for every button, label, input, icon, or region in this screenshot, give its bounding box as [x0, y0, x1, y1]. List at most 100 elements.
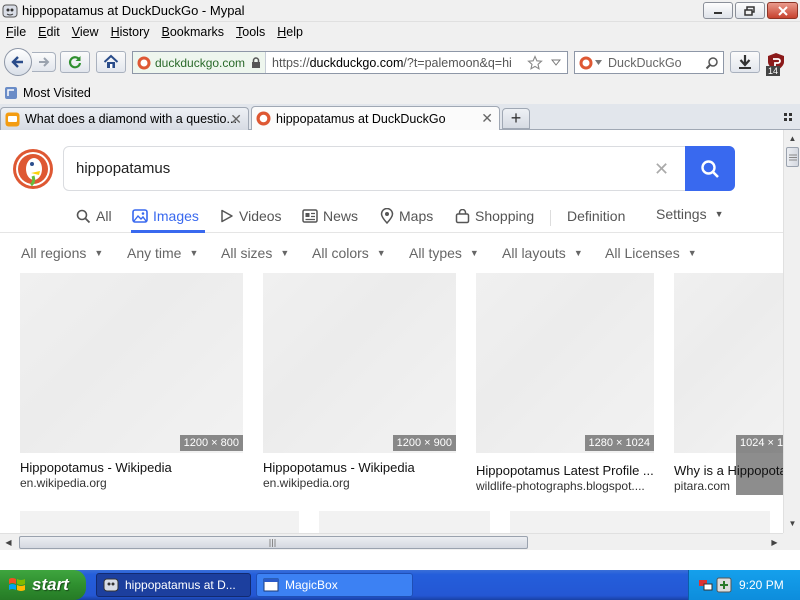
image-source[interactable]: pitara.com	[674, 479, 783, 493]
menu-bookmarks[interactable]: Bookmarks	[156, 25, 231, 39]
filter-layout[interactable]: All layouts ▼	[502, 245, 583, 261]
tray-app-icon[interactable]	[716, 577, 732, 593]
image-source[interactable]: en.wikipedia.org	[263, 476, 456, 490]
tab-close-icon[interactable]: ✕	[230, 111, 242, 128]
image-thumbnail[interactable]	[319, 511, 490, 533]
image-title[interactable]: Hippopotamus - Wikipedia	[263, 460, 456, 475]
filter-region[interactable]: All regions ▼	[21, 245, 103, 261]
filter-label: Any time	[127, 245, 182, 261]
tab-close-icon[interactable]: ✕	[481, 110, 493, 127]
taskbar-item-label: hippopatamus at D...	[125, 578, 236, 592]
search-go-icon[interactable]	[705, 56, 719, 70]
search-submit-button[interactable]	[685, 146, 735, 191]
tab-videos[interactable]: Videos	[220, 208, 282, 224]
filter-size[interactable]: All sizes ▼	[221, 245, 289, 261]
back-button[interactable]	[4, 48, 32, 76]
menu-accelerator: H	[277, 25, 287, 39]
bookmark-folder-icon	[5, 87, 17, 99]
bookmark-star-icon[interactable]	[527, 55, 543, 71]
menu-label-rest: dit	[46, 25, 60, 39]
tab-images[interactable]: Images	[132, 208, 199, 224]
image-dimensions: 1280 × 1024	[584, 435, 654, 451]
image-thumbnail[interactable]	[674, 273, 783, 453]
vertical-scroll-thumb[interactable]	[786, 147, 799, 167]
url-dropdown-icon[interactable]	[551, 59, 561, 67]
image-source[interactable]: en.wikipedia.org	[20, 476, 243, 490]
menu-help[interactable]: Help	[271, 25, 309, 39]
filter-time[interactable]: Any time ▼	[127, 245, 198, 261]
menu-history[interactable]: History	[105, 25, 156, 39]
tab-list-icon[interactable]	[784, 112, 794, 122]
mypal-app-icon	[2, 4, 18, 17]
image-result[interactable]: 1200 × 900 Hippopotamus - Wikipedia en.w…	[263, 273, 456, 493]
network-icon[interactable]	[698, 577, 714, 593]
minimize-button[interactable]	[703, 2, 733, 19]
maximize-button[interactable]	[735, 2, 765, 19]
image-source[interactable]: wildlife-photographs.blogspot....	[476, 479, 654, 493]
tab-all[interactable]: All	[76, 208, 112, 224]
search-bar[interactable]: DuckDuckGo	[574, 51, 724, 74]
image-title[interactable]: Hippopotamus - Wikipedia	[20, 460, 243, 475]
filter-type[interactable]: All types ▼	[409, 245, 479, 261]
scroll-up-icon[interactable]: ▲	[785, 131, 800, 146]
settings-label: Settings	[656, 206, 707, 222]
taskbar-item-magicbox[interactable]: MagicBox	[256, 573, 413, 597]
image-thumbnail[interactable]	[263, 273, 456, 453]
tab-hippopatamus[interactable]: hippopatamus at DuckDuckGo ✕	[251, 106, 500, 130]
reload-button[interactable]	[60, 51, 90, 73]
tab-images-label: Images	[153, 208, 199, 224]
taskbar-item-browser[interactable]: hippopatamus at D...	[96, 573, 251, 597]
clear-search-icon[interactable]: ✕	[654, 159, 669, 180]
horizontal-scroll-thumb[interactable]	[19, 536, 528, 549]
chat-bubble-favicon-icon	[5, 112, 20, 126]
downloads-button[interactable]	[730, 51, 760, 73]
forward-arrow-icon	[38, 57, 49, 67]
tab-maps[interactable]: Maps	[380, 208, 433, 224]
tab-news[interactable]: News	[302, 208, 358, 224]
start-button[interactable]: start	[0, 570, 86, 600]
image-result[interactable]: 1024 × 1 Why is a Hippopotamus pitara.co…	[674, 273, 783, 495]
scroll-left-icon[interactable]: ◀	[1, 535, 16, 550]
menu-tools[interactable]: Tools	[230, 25, 271, 39]
tab-shopping[interactable]: Shopping	[455, 208, 534, 224]
url-text[interactable]: https://duckduckgo.com/?t=palemoon&q=hi	[272, 56, 512, 70]
forward-button[interactable]	[32, 52, 56, 72]
image-result[interactable]: 1280 × 1024 Hippopotamus Latest Profile …	[476, 273, 654, 495]
home-button[interactable]	[96, 51, 126, 73]
most-visited-bookmark[interactable]: Most Visited	[4, 86, 91, 100]
new-tab-button[interactable]: +	[502, 108, 530, 129]
horizontal-scrollbar[interactable]: ◀ ▶	[0, 533, 783, 550]
ublock-addon-button[interactable]: 14	[766, 52, 790, 76]
engine-dropdown-icon[interactable]	[595, 60, 602, 65]
vertical-scrollbar[interactable]: ▲ ▼	[783, 130, 800, 533]
search-query-input[interactable]: hippopatamus	[76, 160, 170, 177]
tab-definition[interactable]: Definition	[567, 208, 625, 224]
image-result[interactable]: 1200 × 800 Hippopotamus - Wikipedia en.w…	[20, 273, 243, 493]
search-engine-icon[interactable]	[579, 56, 593, 70]
menu-label-rest: ookmarks	[169, 25, 225, 39]
image-title[interactable]: Hippopotamus Latest Profile ...	[476, 463, 654, 478]
menu-file[interactable]: File	[0, 25, 32, 39]
mypal-app-icon	[103, 578, 119, 592]
scroll-right-icon[interactable]: ▶	[767, 535, 782, 550]
duck-logo-icon	[16, 152, 50, 187]
tab-diamond-question[interactable]: What does a diamond with a questio... ✕	[0, 107, 249, 130]
filter-license[interactable]: All Licenses ▼	[605, 245, 697, 261]
scroll-down-icon[interactable]: ▼	[785, 516, 800, 531]
menu-edit[interactable]: Edit	[32, 25, 66, 39]
image-thumbnail[interactable]	[20, 511, 299, 533]
menu-view[interactable]: View	[66, 25, 105, 39]
duckduckgo-logo[interactable]	[13, 149, 53, 189]
close-button[interactable]	[767, 2, 798, 19]
site-identity-box[interactable]: duckduckgo.com	[133, 52, 267, 73]
identity-site-label: duckduckgo.com	[155, 55, 246, 70]
caret-down-icon: ▼	[280, 248, 290, 258]
clock: 9:20 PM	[739, 578, 784, 592]
settings-dropdown[interactable]: Settings ▼	[656, 206, 724, 222]
image-thumbnail[interactable]	[476, 273, 654, 453]
image-title[interactable]: Why is a Hippopotamus	[674, 463, 783, 478]
image-thumbnail[interactable]	[510, 511, 770, 533]
image-thumbnail[interactable]	[20, 273, 243, 453]
url-bar[interactable]: duckduckgo.com https://duckduckgo.com/?t…	[132, 51, 568, 74]
filter-color[interactable]: All colors ▼	[312, 245, 386, 261]
